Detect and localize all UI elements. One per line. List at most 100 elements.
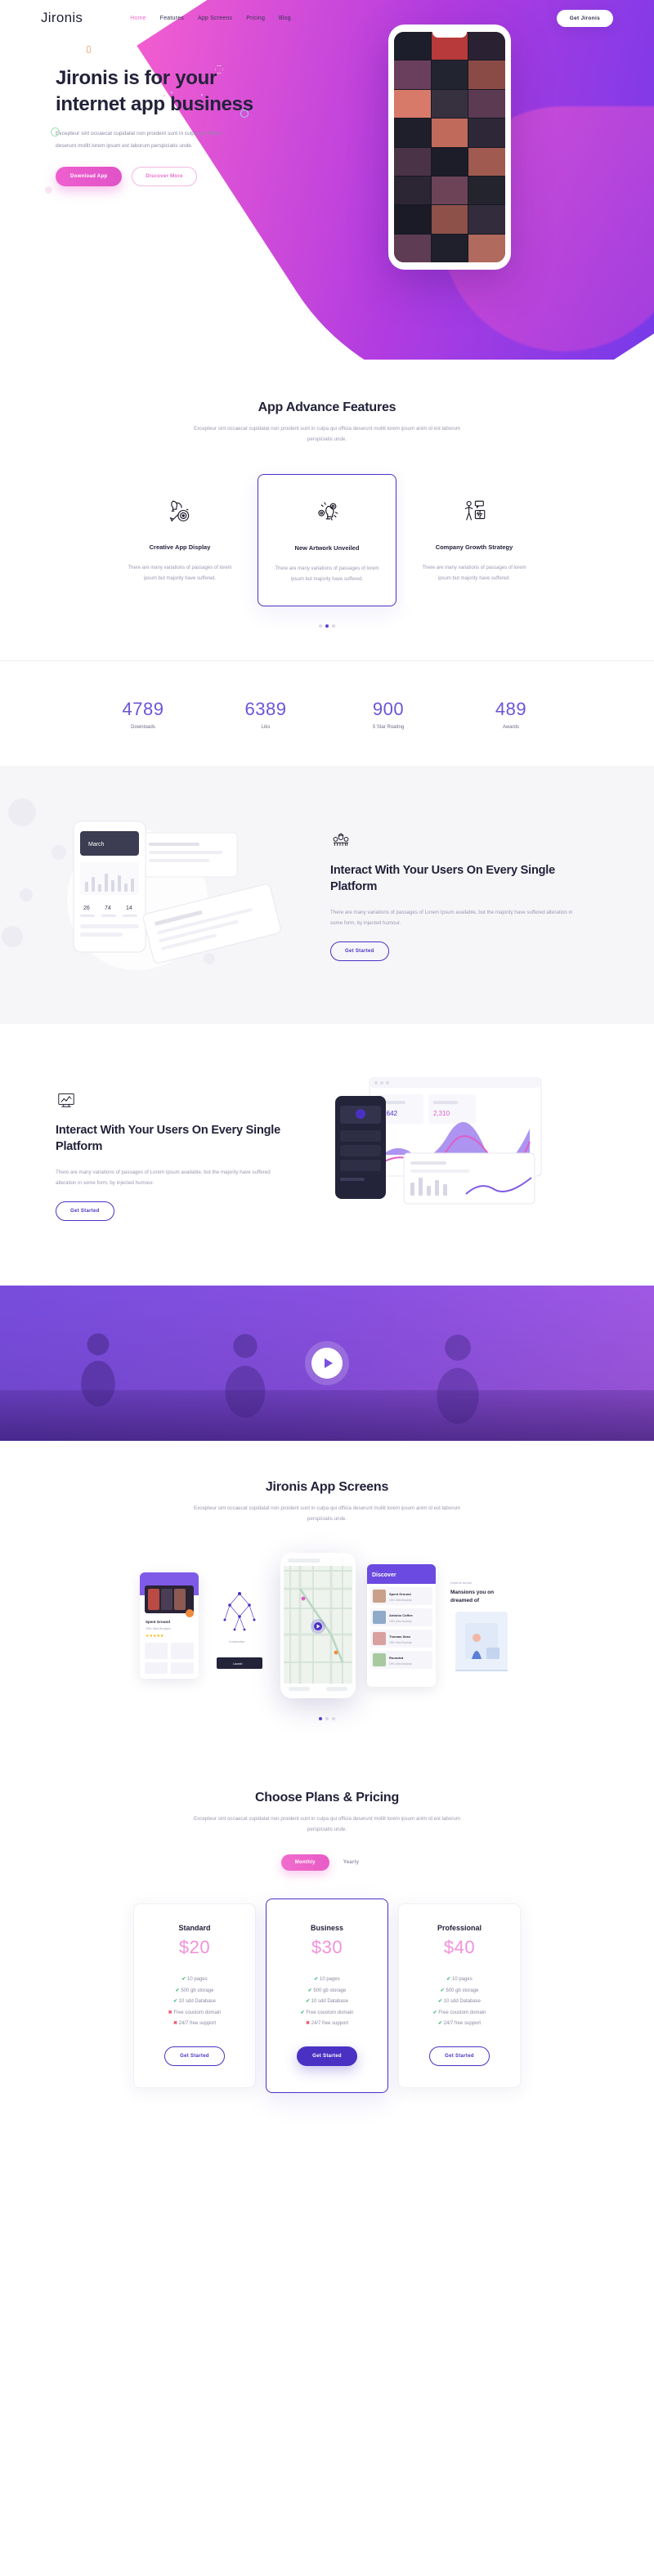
decor-dot — [171, 92, 172, 93]
check-icon: ✔ — [307, 1988, 312, 1993]
plan-price: $40 — [443, 1937, 476, 1958]
plan-card-professional[interactable]: Professional $40 ✔ 10 pages ✔ 500 gb sto… — [398, 1903, 521, 2088]
decor-blob — [2, 926, 23, 948]
discover-more-button[interactable]: Discover More — [132, 166, 197, 186]
check-icon: ✔ — [432, 2010, 437, 2015]
pricing-section: Choose Plans & Pricing Excepteur sint oc… — [0, 1753, 654, 2142]
play-icon — [324, 1358, 333, 1369]
app-screen-network-graph[interactable]: Consecutive Launch — [210, 1572, 269, 1679]
check-icon: ✔ — [437, 2021, 442, 2027]
plan-feature-label: 10 pages — [452, 1977, 473, 1983]
plan-card-standard[interactable]: Standard $20 ✔ 10 pages ✔ 500 gb storage… — [133, 1903, 256, 2088]
nav-link-features[interactable]: Features — [160, 16, 184, 21]
svg-text:Rounded: Rounded — [389, 1656, 404, 1660]
plan-price: $30 — [311, 1937, 343, 1958]
toggle-yearly[interactable]: Yearly — [329, 1854, 373, 1871]
pager-dot[interactable] — [332, 624, 335, 628]
decor-ring-blue — [240, 110, 249, 118]
plan-feature-label: 24/7 free support — [311, 2021, 349, 2027]
svg-text:Thomas Sean: Thomas Sean — [389, 1635, 411, 1639]
features-subtitle: Excepteur sint occaecat cupidatat non pr… — [194, 426, 460, 443]
phone-screen — [394, 32, 505, 262]
pager-dot-active[interactable] — [319, 1717, 322, 1721]
hero-buttons: Download App Discover More — [56, 166, 286, 186]
plan-get-started-button[interactable]: Get Started — [429, 2046, 490, 2066]
play-video-button[interactable] — [311, 1348, 343, 1380]
plan-card-business[interactable]: Business $30 ✔ 10 pages ✔ 500 gb storage… — [266, 1898, 388, 2093]
plan-feature: ✔ 10 sdd Database — [278, 1997, 376, 2008]
app-screen-movie-list[interactable]: Spent Ground 1991 Ultra Brooklyn ★★★★★ — [140, 1572, 199, 1679]
plan-feature-label: Free coustom domain — [173, 2010, 222, 2015]
svg-text:74: 74 — [105, 906, 111, 911]
plan-feature-label: 24/7 free support — [443, 2021, 482, 2027]
check-icon: ✔ — [314, 1977, 319, 1983]
app-screen-discover[interactable]: Discover Spent Ground 1991 Ultra Brookly… — [367, 1564, 436, 1688]
plan-name: Business — [310, 1924, 344, 1933]
lightbulb-gears-icon — [271, 493, 383, 532]
feature-card-creative-app-display[interactable]: Creative App Display There are many vari… — [110, 474, 249, 607]
cross-icon: ✖ — [305, 2021, 310, 2027]
interact-grey-artwork: March 26 74 14 — [41, 803, 311, 983]
app-screen-illustration[interactable]: Create an account Mansions you on dreame… — [447, 1572, 514, 1679]
video-section — [0, 1286, 654, 1442]
plan-feature-label: 24/7 free support — [178, 2021, 217, 2027]
plan-feature: ✔ Free coustom domain — [410, 2008, 508, 2019]
toggle-monthly[interactable]: Monthly — [280, 1854, 329, 1872]
plan-feature: ✔ 10 pages — [146, 1974, 244, 1986]
plan-feature-label: 10 sdd Database — [178, 1999, 217, 2005]
nav-link-pricing[interactable]: Pricing — [246, 16, 265, 21]
plan-feature-label: Free coustom domain — [438, 2010, 486, 2015]
check-icon: ✔ — [446, 1977, 451, 1983]
hero-section: Jironis Home Features App Screens Pricin… — [0, 0, 654, 360]
feature-text: There are many variations of passages of… — [422, 566, 526, 581]
cross-icon: ✖ — [172, 2021, 177, 2027]
brand-logo[interactable]: Jironis — [41, 10, 83, 26]
download-app-button[interactable]: Download App — [56, 166, 123, 186]
get-started-button[interactable]: Get Started — [56, 1201, 114, 1221]
stat-downloads: 4789 Downloads — [82, 699, 204, 730]
app-screen-map[interactable] — [280, 1553, 356, 1699]
plan-feature: ✖ 24/7 free support — [146, 2019, 244, 2030]
interact-white-paragraph: There are many variations of passages of… — [56, 1169, 271, 1186]
feature-title: Company Growth Strategy — [435, 543, 513, 552]
pager-dot[interactable] — [332, 1717, 335, 1721]
check-icon: ✔ — [305, 1999, 310, 2005]
billing-toggle-wrap: Monthly Yearly — [41, 1854, 613, 1872]
decor-square — [87, 46, 91, 53]
nav-links: Home Features App Screens Pricing Blog — [130, 16, 291, 21]
svg-text:Launch: Launch — [233, 1662, 243, 1666]
plan-feature: ✔ 500 gb storage — [410, 1986, 508, 1997]
feature-card-company-growth-strategy[interactable]: Company Growth Strategy There are many v… — [405, 474, 544, 607]
app-screens-subtitle: Excepteur sint occaecat cupidatat non pr… — [194, 1505, 460, 1523]
nav-link-blog[interactable]: Blog — [279, 16, 291, 21]
feature-card-new-artwork-unveiled[interactable]: New Artwork Unveiled There are many vari… — [258, 474, 396, 607]
feature-text: There are many variations of passages of… — [128, 566, 232, 581]
cross-icon: ✖ — [168, 2010, 172, 2015]
pager-dot[interactable] — [325, 1717, 329, 1721]
svg-text:March: March — [88, 842, 105, 847]
creative-display-icon — [123, 492, 236, 531]
stat-liks: 6389 Liks — [204, 699, 327, 730]
check-icon: ✔ — [300, 2010, 305, 2015]
plan-feature: ✔ 10 pages — [410, 1974, 508, 1986]
svg-text:1991 Ultra Brooklyn: 1991 Ultra Brooklyn — [389, 1599, 412, 1602]
interact-white-section: Interact With Your Users On Every Single… — [0, 1024, 654, 1286]
stat-awards: 489 Awards — [450, 699, 572, 730]
pager-dot[interactable] — [319, 624, 322, 628]
plan-get-started-button[interactable]: Get Started — [297, 2046, 357, 2066]
analytics-board-icon — [56, 1086, 286, 1114]
nav-link-app-screens[interactable]: App Screens — [198, 16, 232, 21]
get-started-button[interactable]: Get Started — [330, 941, 389, 961]
decor-ring-green — [51, 127, 60, 136]
plan-get-started-button[interactable]: Get Started — [164, 2046, 225, 2066]
pricing-subtitle: Excepteur sint occaecat cupidatat non pr… — [194, 1816, 460, 1833]
get-jironis-button[interactable]: Get Jironis — [556, 9, 613, 27]
nav-link-home[interactable]: Home — [130, 16, 146, 21]
stat-value: 900 — [372, 699, 405, 720]
stat-label: Downloads — [131, 725, 155, 731]
pager-dot-active[interactable] — [325, 624, 329, 628]
decor-dot — [164, 95, 165, 96]
plan-feature: ✔ Free coustom domain — [278, 2008, 376, 2019]
interact-white-artwork: 1,642 2,310 — [306, 1063, 576, 1243]
plan-feature: ✖ 24/7 free support — [278, 2019, 376, 2030]
